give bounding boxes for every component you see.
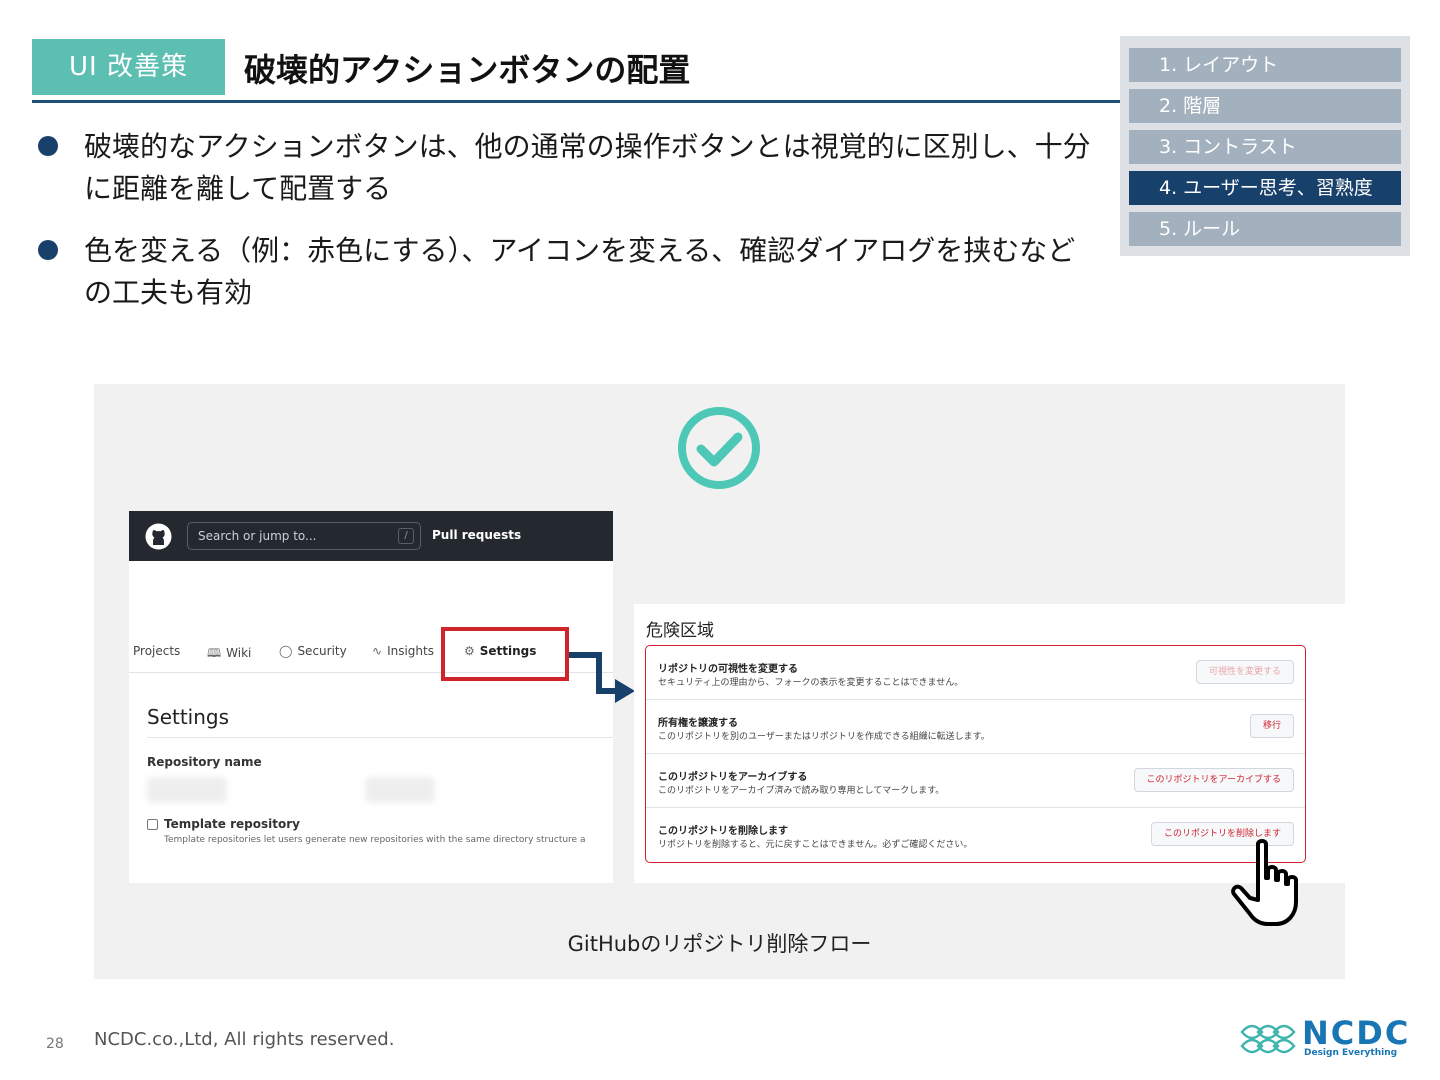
tab-security[interactable]: ◯ Security	[279, 644, 347, 658]
section-tag: UI 改善策	[32, 39, 225, 95]
toc-item-contrast[interactable]: 3. コントラスト	[1129, 130, 1401, 164]
github-logo-icon[interactable]	[145, 523, 172, 550]
toc-item-hierarchy[interactable]: 2. 階層	[1129, 89, 1401, 123]
bullet-list: 破壊的なアクションボタンは、他の通常の操作ボタンとは視覚的に区別し、十分に距離を…	[38, 126, 1098, 334]
danger-row-desc: このリポジトリを別のユーザーまたはリポジトリを作成できる組織に転送します。	[658, 732, 990, 742]
template-repository-desc: Template repositories let users generate…	[164, 835, 586, 845]
github-search-input[interactable]: Search or jump to... /	[187, 522, 421, 550]
settings-heading: Settings	[147, 705, 230, 729]
check-circle-icon	[678, 407, 760, 489]
toc-item-user-thinking[interactable]: 4. ユーザー思考、習熟度	[1129, 171, 1401, 205]
tab-insights-label: Insights	[387, 644, 434, 658]
settings-divider	[147, 737, 613, 738]
ncdc-logo-text: NCDC	[1302, 1014, 1411, 1052]
github-header-bar: Search or jump to... / Pull requests	[129, 511, 613, 561]
toc-item-rules[interactable]: 5. ルール	[1129, 212, 1401, 246]
repository-name-label: Repository name	[147, 755, 262, 769]
pointing-hand-icon	[1231, 839, 1298, 926]
archive-repository-button[interactable]: このリポジトリをアーカイブする	[1133, 768, 1294, 792]
slash-key-hint: /	[398, 528, 414, 544]
bullet-item: 破壊的なアクションボタンは、他の通常の操作ボタンとは視覚的に区別し、十分に距離を…	[38, 126, 1098, 210]
shield-icon: ◯	[279, 644, 293, 658]
change-visibility-button[interactable]: 可視性を変更する	[1195, 660, 1294, 684]
ncdc-logo-mark-icon	[1240, 1024, 1296, 1054]
danger-row-title: 所有権を譲渡する	[658, 718, 738, 729]
copyright-text: NCDC.co.,Ltd, All rights reserved.	[94, 1029, 395, 1050]
bullet-item: 色を変える（例：赤色にする）、アイコンを変える、確認ダイアログを挟むなどの工夫も…	[38, 230, 1098, 314]
settings-highlight-box	[441, 627, 569, 681]
slide-title: 破壊的アクションボタンの配置	[244, 51, 691, 89]
danger-row-title: このリポジトリをアーカイブする	[658, 772, 808, 783]
danger-row-transfer: 所有権を譲渡する このリポジトリを別のユーザーまたはリポジトリを作成できる組織に…	[646, 700, 1305, 754]
figure-panel: Search or jump to... / Pull requests Pro…	[94, 384, 1346, 979]
graph-icon: ∿	[372, 644, 383, 658]
page-number: 28	[46, 1036, 64, 1052]
danger-row-desc: リポジトリを削除すると、元に戻すことはできません。必ずご確認ください。	[658, 840, 973, 850]
tab-insights[interactable]: ∿ Insights	[372, 644, 434, 658]
danger-row-desc: セキュリティ上の理由から、フォークの表示を変更することはできません。	[658, 678, 964, 688]
pull-requests-link[interactable]: Pull requests	[432, 528, 521, 542]
danger-zone-box: リポジトリの可視性を変更する セキュリティ上の理由から、フォークの表示を変更する…	[645, 645, 1306, 863]
ncdc-logo-tagline: Design Everything	[1304, 1048, 1398, 1058]
danger-row-delete: このリポジトリを削除します リポジトリを削除すると、元に戻すことはできません。必…	[646, 808, 1305, 862]
danger-row-title: リポジトリの可視性を変更する	[658, 664, 798, 675]
danger-row-title: このリポジトリを削除します	[658, 826, 788, 837]
blurred-rename-button	[365, 777, 435, 803]
danger-row-desc: このリポジトリをアーカイブ済みで読み取り専用としてマークします。	[658, 786, 945, 796]
table-of-contents: 1. レイアウト 2. 階層 3. コントラスト 4. ユーザー思考、習熟度 5…	[1120, 36, 1410, 256]
tab-projects[interactable]: Projects	[133, 644, 180, 658]
toc-item-layout[interactable]: 1. レイアウト	[1129, 48, 1401, 82]
blurred-repo-name	[147, 777, 227, 803]
template-checkbox[interactable]	[147, 819, 158, 830]
book-icon: 🕮	[207, 646, 222, 660]
github-screenshot: Search or jump to... / Pull requests Pro…	[129, 511, 613, 883]
tab-wiki-label: Wiki	[226, 646, 252, 660]
tab-wiki[interactable]: 🕮 Wiki	[207, 644, 251, 665]
tab-security-label: Security	[297, 644, 347, 658]
danger-zone-title: 危険区域	[646, 621, 714, 641]
template-repository-label: Template repository	[164, 817, 300, 831]
danger-row-visibility: リポジトリの可視性を変更する セキュリティ上の理由から、フォークの表示を変更する…	[646, 646, 1305, 700]
transfer-button[interactable]: 移行	[1249, 714, 1294, 738]
flow-arrow-icon	[569, 652, 635, 703]
tab-projects-label: Projects	[133, 644, 181, 658]
github-search-placeholder: Search or jump to...	[198, 529, 317, 543]
figure-caption: GitHubのリポジトリ削除フロー	[567, 932, 872, 956]
danger-row-archive: このリポジトリをアーカイブする このリポジトリをアーカイブ済みで読み取り専用とし…	[646, 754, 1305, 808]
